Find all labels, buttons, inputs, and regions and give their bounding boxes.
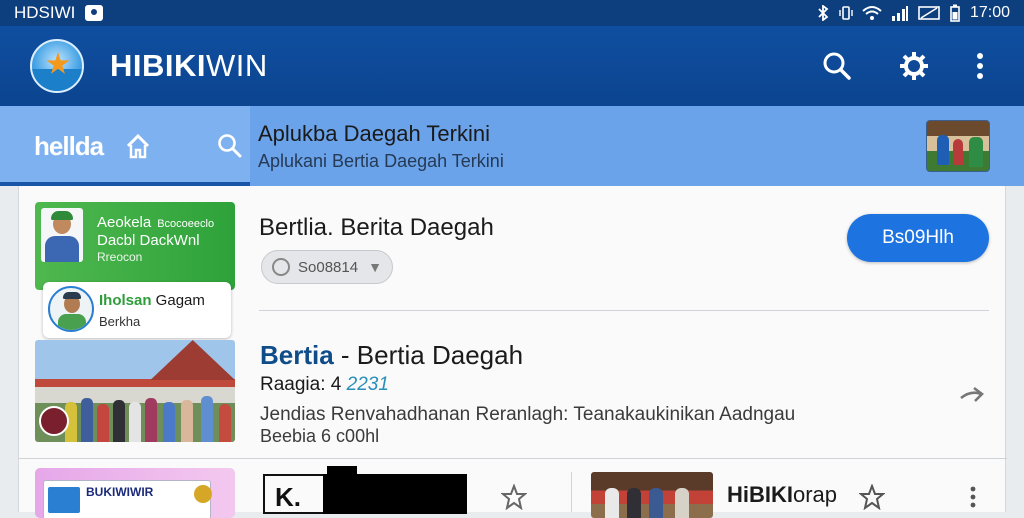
status-left: HDSIWI (14, 3, 104, 23)
vibrate-icon (839, 6, 853, 20)
news-photo (35, 340, 235, 442)
no-sim-icon (918, 6, 940, 20)
search-button[interactable] (822, 51, 852, 81)
search-icon[interactable] (217, 133, 243, 159)
news-card-2[interactable]: Bertia - Bertia Daegah Raagia: 4 2231 Je… (19, 312, 1007, 458)
category-chip[interactable]: So08814 ▼ (261, 250, 393, 284)
favorite-button[interactable] (857, 482, 887, 512)
card2-title-bold: Bertia (260, 340, 334, 370)
app-title-bold: HIBIKI (110, 48, 206, 83)
open-arrow-button[interactable] (955, 378, 989, 412)
settings-button[interactable] (898, 50, 930, 82)
search-icon (823, 52, 851, 80)
green-banner-image: Aeokela Bcocoeeclo Dacbl DackWnl Rreocon (35, 202, 235, 290)
card1-title: Bertlia. Berita Daegah (259, 214, 494, 241)
promo-image (48, 487, 80, 513)
signal-icon (891, 6, 908, 21)
chip-label: So08814 (298, 258, 359, 276)
promo-banner: BUKIWIWIR (35, 468, 235, 518)
tab-texts: Aplukba Daegah Terkini Aplukani Bertia D… (258, 121, 504, 172)
logo-letters: K. (263, 474, 323, 514)
banner-person-image (41, 208, 83, 262)
tab-title: Aplukba Daegah Terkini (258, 120, 490, 146)
card2-description2: Beebia 6 c00hl (260, 426, 380, 446)
news-card-1[interactable]: Aeokela Bcocoeeclo Dacbl DackWnl Rreocon … (19, 186, 1007, 338)
tag-name-rest: Gagam (151, 292, 205, 309)
app-title-light: WIN (206, 48, 268, 83)
read-button[interactable]: Bs09Hlh (847, 214, 989, 262)
status-bar: HDSIWI 17:00 (0, 0, 1024, 26)
tab-home[interactable]: hellda (0, 106, 250, 186)
divider (19, 458, 1007, 459)
card2-meta-label: Raagia: 4 (260, 374, 347, 395)
status-right: 17:00 (816, 4, 1010, 22)
divider (259, 310, 989, 311)
wifi-icon (862, 6, 882, 20)
more-options-button[interactable] (976, 52, 984, 80)
tab-subtitle: Aplukani Bertia Daegah Terkini (258, 150, 504, 171)
home-icon (127, 133, 150, 159)
star-icon (859, 484, 885, 510)
favorite-button[interactable] (499, 482, 529, 512)
card3-title-bold: HiBIKI (727, 482, 793, 507)
divider (571, 472, 572, 512)
app-logo (30, 39, 84, 93)
notification-icon (85, 5, 104, 21)
banner-line2: Dacbl DackWnl (97, 232, 200, 249)
tab-logo-text: hellda (34, 130, 104, 161)
status-time: 17:00 (969, 4, 1010, 21)
banner-line1-small: Bcocoeeclo (157, 218, 215, 230)
arrow-right-icon (960, 386, 984, 402)
badge-icon (194, 485, 212, 503)
promo-text: BUKIWIWIR (86, 485, 154, 499)
app-bar: HIBIKIWIN (0, 26, 1024, 106)
more-options-button[interactable] (963, 482, 983, 512)
card2-title-rest: - Bertia Daegah (333, 340, 524, 370)
app-actions (822, 50, 994, 82)
source-badge-icon (39, 406, 69, 436)
news-card-3[interactable]: BUKIWIWIR K. HiBIKIorap (19, 460, 1007, 518)
news-thumbnail (591, 472, 713, 518)
clock-icon (272, 258, 290, 276)
more-vert-icon (977, 53, 983, 79)
tab-thumbnail[interactable] (926, 120, 990, 172)
tag-name-green: Iholsan (99, 292, 152, 309)
card2-description: Jendias Renvahadhanan Reranlagh: Teanaka… (260, 404, 796, 425)
bluetooth-icon (818, 5, 829, 21)
banner-line1: Aeokela (97, 214, 152, 231)
chevron-down-icon: ▼ (368, 259, 382, 275)
tab-bar: hellda Aplukba Daegah Terkini Aplukani B… (0, 106, 1024, 186)
card3-title-rest: orap (793, 482, 838, 507)
status-label: HDSIWI (14, 3, 76, 22)
star-icon (501, 484, 527, 510)
settings-icon (900, 52, 928, 80)
card2-meta-number: 2231 (346, 374, 389, 395)
brand-logo: K. (263, 466, 467, 514)
app-title: HIBIKIWIN (110, 48, 268, 84)
more-vert-icon (970, 486, 976, 508)
news-feed: Aeokela Bcocoeeclo Dacbl DackWnl Rreocon … (18, 186, 1007, 518)
battery-icon (950, 4, 960, 22)
banner-line3: Rreocon (97, 250, 143, 264)
